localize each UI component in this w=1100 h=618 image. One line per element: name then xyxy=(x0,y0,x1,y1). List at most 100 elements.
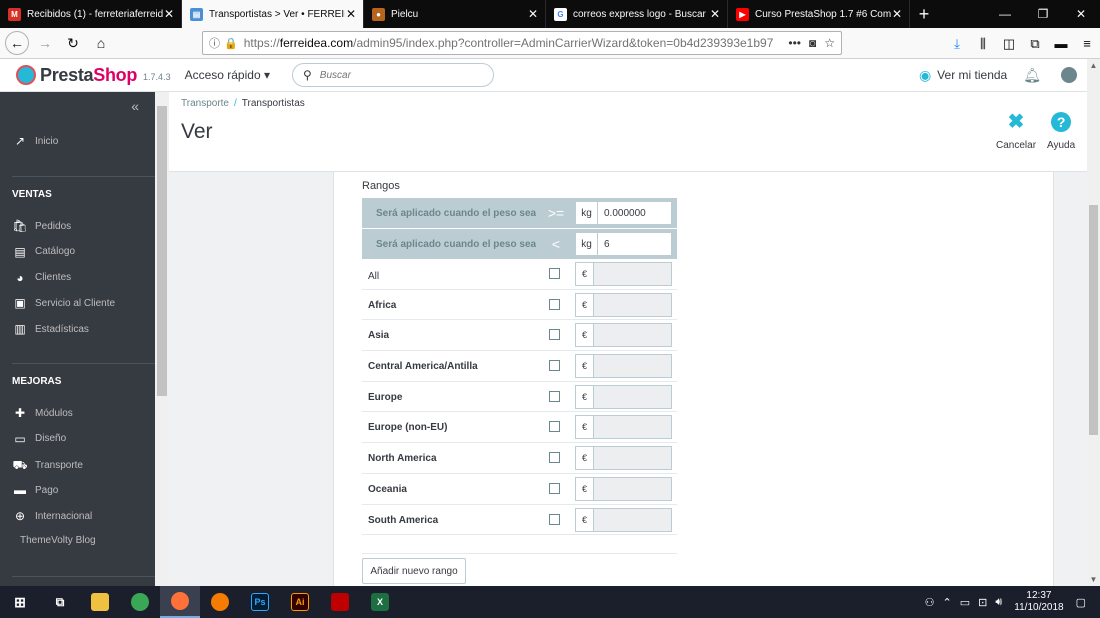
windows-start-icon[interactable]: ⊞ xyxy=(0,586,40,618)
scroll-up-icon[interactable]: ▲ xyxy=(1087,61,1100,70)
zone-checkbox[interactable] xyxy=(549,268,560,279)
browser-tab-4[interactable]: ▶ Curso PrestaShop 1.7 #6 Como ✕ xyxy=(728,0,910,28)
zone-price-input[interactable] xyxy=(594,294,671,316)
sidebar-scrollbar[interactable] xyxy=(155,92,169,586)
back-icon[interactable]: ← xyxy=(5,31,29,55)
sidebar-item-internacional[interactable]: ⊕ Internacional xyxy=(12,509,92,523)
zone-checkbox[interactable] xyxy=(549,390,560,402)
stats-icon: ▥ xyxy=(14,322,26,337)
extension-2-icon[interactable]: ▬ xyxy=(1048,36,1074,51)
zone-checkbox[interactable] xyxy=(549,513,560,525)
sidebar-item-servicio-al-cliente[interactable]: ▣ Servicio al Cliente xyxy=(12,296,115,310)
zone-checkbox[interactable] xyxy=(549,329,560,341)
zone-checkbox[interactable] xyxy=(549,482,560,494)
new-tab-button[interactable]: + xyxy=(910,0,938,28)
zone-price-input[interactable] xyxy=(594,263,671,285)
photoshop-icon[interactable]: Ps xyxy=(240,586,280,618)
page-scrollbar[interactable]: ▲ ▼ xyxy=(1087,59,1100,586)
notifications-icon[interactable]: ▢ xyxy=(1076,596,1086,609)
zone-price-field: € xyxy=(575,292,672,317)
excel-icon[interactable]: X xyxy=(360,586,400,618)
browser-tab-1[interactable]: ▤ Transportistas > Ver • FERREIDE ✕ xyxy=(182,0,364,28)
illustrator-icon[interactable]: Ai xyxy=(280,586,320,618)
info-icon[interactable]: ⓘ xyxy=(209,35,220,51)
zone-price-input[interactable] xyxy=(594,509,671,531)
browser-tab-3[interactable]: Gcorreos express logo - Buscar c ✕ xyxy=(546,0,728,28)
tray-up-icon[interactable]: ⌃ xyxy=(943,596,952,609)
user-avatar-icon[interactable] xyxy=(1061,67,1077,83)
page-actions-icon[interactable]: ••• xyxy=(788,36,801,50)
browser-tab-0[interactable]: M Recibidos (1) - ferreteriaferreid ✕ xyxy=(0,0,182,28)
home-icon[interactable]: ⌂ xyxy=(89,31,113,55)
close-tab-icon[interactable]: ✕ xyxy=(163,7,175,21)
zone-price-input[interactable] xyxy=(594,355,671,377)
network-icon[interactable]: ⊡ xyxy=(978,596,987,609)
sidebar-item-dise-o[interactable]: ▭ Diseño xyxy=(12,432,66,446)
scroll-down-icon[interactable]: ▼ xyxy=(1087,575,1100,584)
restore-icon[interactable]: ❐ xyxy=(1024,0,1062,28)
sidebar-item-pedidos[interactable]: 🛍︎ Pedidos xyxy=(12,219,71,233)
close-tab-icon[interactable]: ✕ xyxy=(527,7,539,21)
forward-icon[interactable]: → xyxy=(33,31,57,55)
prestashop-logo[interactable]: PrestaShop xyxy=(16,65,137,86)
close-tab-icon[interactable]: ✕ xyxy=(891,7,903,21)
zone-checkbox[interactable] xyxy=(549,452,560,464)
minimize-icon[interactable]: — xyxy=(986,0,1024,28)
bell-icon[interactable]: 🔔︎ xyxy=(1023,67,1041,84)
collapse-sidebar-icon[interactable]: « xyxy=(131,98,139,114)
close-tab-icon[interactable]: ✕ xyxy=(709,7,721,21)
sidebar-item-cat-logo[interactable]: ▤ Catálogo xyxy=(12,245,75,259)
close-tab-icon[interactable]: ✕ xyxy=(345,7,357,21)
sidebar-item-estad-sticas[interactable]: ▥ Estadísticas xyxy=(12,322,89,336)
page-scroll-thumb[interactable] xyxy=(1089,205,1098,435)
zone-checkbox[interactable] xyxy=(549,360,560,372)
help-button[interactable]: ? Ayuda xyxy=(1047,112,1075,151)
close-window-icon[interactable]: ✕ xyxy=(1062,0,1100,28)
battery-icon[interactable]: ▭ xyxy=(960,596,970,609)
reload-icon[interactable]: ↻ xyxy=(61,31,85,55)
sidebar-item-m-dulos[interactable]: ✚ Módulos xyxy=(12,406,73,420)
sidebar-scroll-thumb[interactable] xyxy=(157,106,167,396)
range-to-input[interactable] xyxy=(598,233,671,255)
sidebar-item-themevolty-blog[interactable]: ThemeVolty Blog xyxy=(20,535,96,546)
chrome-icon[interactable] xyxy=(120,586,160,618)
sidebar-toggle-icon[interactable]: ◫ xyxy=(996,36,1022,52)
range-from-input[interactable] xyxy=(598,202,671,224)
zone-price-input[interactable] xyxy=(594,416,671,438)
sidebar-item-pago[interactable]: ▬ Pago xyxy=(12,483,58,497)
zone-price-input[interactable] xyxy=(594,478,671,500)
browser-tab-2[interactable]: ● Pielcu ✕ xyxy=(364,0,546,28)
quick-access-dropdown[interactable]: Acceso rápido ▾ xyxy=(185,68,270,82)
bookmark-star-icon[interactable]: ☆ xyxy=(824,36,835,50)
url-bar[interactable]: ⓘ 🔒 https://ferreidea.com/admin95/index.… xyxy=(202,31,842,55)
library-icon[interactable]: ⫼ xyxy=(970,36,996,52)
view-store-link[interactable]: Ver mi tienda xyxy=(937,68,1007,82)
sidebar-item-clientes[interactable]: ◕ Clientes xyxy=(12,271,71,285)
people-icon[interactable]: ⚇ xyxy=(925,596,935,609)
clock[interactable]: 12:37 11/10/2018 xyxy=(1014,590,1063,614)
range-from-field: kg xyxy=(575,201,672,225)
volume-icon[interactable]: 🔊︎ xyxy=(995,596,1002,609)
zone-price-input[interactable] xyxy=(594,324,671,346)
breadcrumb-transportistas[interactable]: Transportistas xyxy=(242,98,305,109)
breadcrumb-transporte[interactable]: Transporte xyxy=(181,98,229,109)
filezilla-icon[interactable] xyxy=(320,586,360,618)
firefox-icon[interactable] xyxy=(160,586,200,618)
menu-icon[interactable]: ≡ xyxy=(1074,36,1100,51)
file-explorer-icon[interactable] xyxy=(80,586,120,618)
zone-price-input[interactable] xyxy=(594,447,671,469)
sidebar-item-transporte[interactable]: ⛟ Transporte xyxy=(12,458,83,474)
zone-checkbox[interactable] xyxy=(549,298,560,310)
zone-checkbox[interactable] xyxy=(549,421,560,433)
pocket-icon[interactable]: ◙ xyxy=(809,36,816,50)
cancel-button[interactable]: ✖ Cancelar xyxy=(996,112,1036,151)
avast-icon[interactable] xyxy=(200,586,240,618)
add-range-button[interactable]: Añadir nuevo rango xyxy=(362,558,466,584)
download-icon[interactable]: ⤓ xyxy=(944,36,970,52)
sidebar-item-inicio[interactable]: ↗ Inicio xyxy=(12,134,58,148)
extension-icon[interactable]: ⧉ xyxy=(1022,36,1048,52)
search-input[interactable] xyxy=(319,69,470,81)
zone-price-input[interactable] xyxy=(594,386,671,408)
search-box[interactable]: ⚲ xyxy=(291,63,494,87)
task-view-icon[interactable]: ⧉ xyxy=(40,586,80,618)
